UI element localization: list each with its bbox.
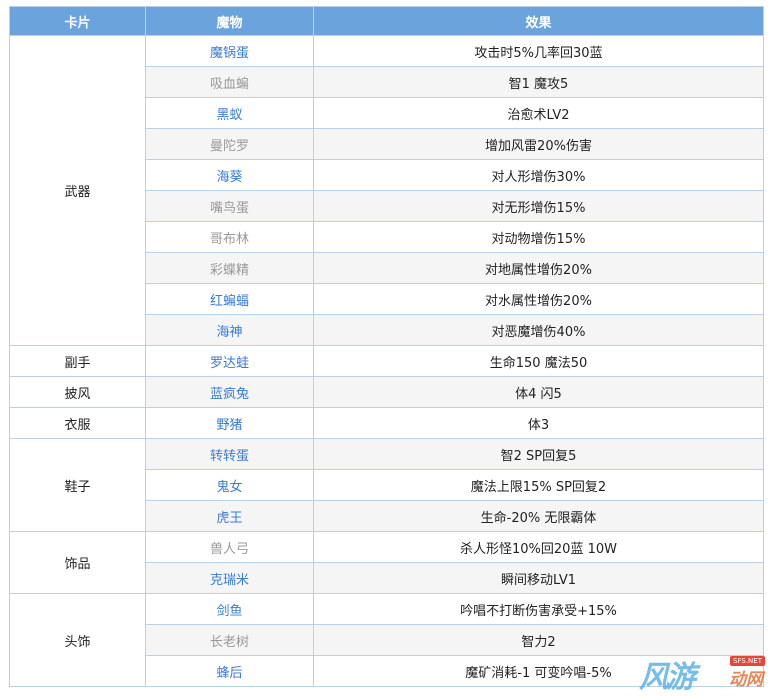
effect-cell: 对动物增伤15% (313, 221, 764, 253)
monster-cell: 哥布林 (145, 221, 314, 253)
monster-cell: 彩蝶精 (145, 252, 314, 284)
effect-cell: 对水属性增伤20% (313, 283, 764, 315)
monster-cell[interactable]: 红蝙蝠 (145, 283, 314, 315)
monster-cell[interactable]: 剑鱼 (145, 593, 314, 625)
table-row: 披风 蓝疯兔 体4 闪5 (9, 376, 764, 408)
effect-cell: 杀人形怪10%回20蓝 10W (313, 531, 764, 563)
monster-cell: 吸血蝙 (145, 66, 314, 98)
effect-cell: 体4 闪5 (313, 376, 764, 408)
card-monster-table: 卡片 魔物 效果 武器 魔锅蛋 攻击时5%几率回30蓝 吸血蝙 智1 魔攻5 黑蚁 治愈术L… (9, 6, 764, 687)
effect-cell: 治愈术LV2 (313, 97, 764, 129)
card-slot-cell: 饰品 (9, 531, 146, 594)
monster-cell[interactable]: 黑蚁 (145, 97, 314, 129)
table-row: 衣服 野猪 体3 (9, 407, 764, 439)
monster-cell[interactable]: 蓝疯兔 (145, 376, 314, 408)
monster-cell[interactable]: 罗达蛙 (145, 345, 314, 377)
table-row: 副手 罗达蛙 生命150 魔法50 (9, 345, 764, 377)
watermark-tag: SFS.NET (730, 656, 765, 666)
header-monster: 魔物 (145, 6, 314, 36)
monster-cell: 嘴鸟蛋 (145, 190, 314, 222)
effect-cell: 瞬间移动LV1 (313, 562, 764, 594)
effect-cell: 对地属性增伤20% (313, 252, 764, 284)
monster-cell[interactable]: 虎王 (145, 500, 314, 532)
card-slot-cell: 鞋子 (9, 438, 146, 532)
header-card: 卡片 (9, 6, 146, 36)
table-row: 饰品 兽人弓 杀人形怪10%回20蓝 10W (9, 531, 764, 594)
monster-cell[interactable]: 海葵 (145, 159, 314, 191)
header-effect: 效果 (313, 6, 764, 36)
effect-cell: 体3 (313, 407, 764, 439)
effect-cell: 智2 SP回复5 (313, 438, 764, 470)
table-body: 武器 魔锅蛋 攻击时5%几率回30蓝 吸血蝙 智1 魔攻5 黑蚁 治愈术LV2 曼陀罗 增加风雷… (9, 35, 764, 687)
monster-cell[interactable]: 魔锅蛋 (145, 35, 314, 67)
monster-cell: 兽人弓 (145, 531, 314, 563)
table-row: 鞋子 转转蛋 智2 SP回复5 (9, 438, 764, 532)
monster-cell[interactable]: 转转蛋 (145, 438, 314, 470)
monster-cell[interactable]: 鬼女 (145, 469, 314, 501)
effect-cell: 对恶魔增伤40% (313, 314, 764, 346)
watermark-main: 风游 (639, 660, 696, 695)
effect-cell: 魔法上限15% SP回复2 (313, 469, 764, 501)
card-slot-cell: 武器 (9, 35, 146, 346)
monster-cell[interactable]: 野猪 (145, 407, 314, 439)
monster-cell[interactable]: 蜂后 (145, 655, 314, 687)
effect-cell: 智1 魔攻5 (313, 66, 764, 98)
watermark-sub: 动网 (729, 670, 763, 690)
table-header-row: 卡片 魔物 效果 (9, 6, 764, 36)
card-slot-cell: 衣服 (9, 407, 146, 439)
card-slot-cell: 副手 (9, 345, 146, 377)
monster-cell[interactable]: 海神 (145, 314, 314, 346)
effect-cell: 吟唱不打断伤害承受+15% (313, 593, 764, 625)
card-slot-cell: 头饰 (9, 593, 146, 687)
effect-cell: 生命-20% 无限霸体 (313, 500, 764, 532)
effect-cell: 对人形增伤30% (313, 159, 764, 191)
table-row: 武器 魔锅蛋 攻击时5%几率回30蓝 (9, 35, 764, 346)
effect-cell: 增加风雷20%伤害 (313, 128, 764, 160)
effect-cell: 对无形增伤15% (313, 190, 764, 222)
effect-cell: 生命150 魔法50 (313, 345, 764, 377)
site-watermark-logo: 风游 动网 SFS.NET (639, 650, 767, 695)
card-slot-cell: 披风 (9, 376, 146, 408)
monster-cell: 曼陀罗 (145, 128, 314, 160)
monster-cell[interactable]: 克瑞米 (145, 562, 314, 594)
monster-cell: 长老树 (145, 624, 314, 656)
table-row: 头饰 剑鱼 吟唱不打断伤害承受+15% (9, 593, 764, 687)
effect-cell: 攻击时5%几率回30蓝 (313, 35, 764, 67)
